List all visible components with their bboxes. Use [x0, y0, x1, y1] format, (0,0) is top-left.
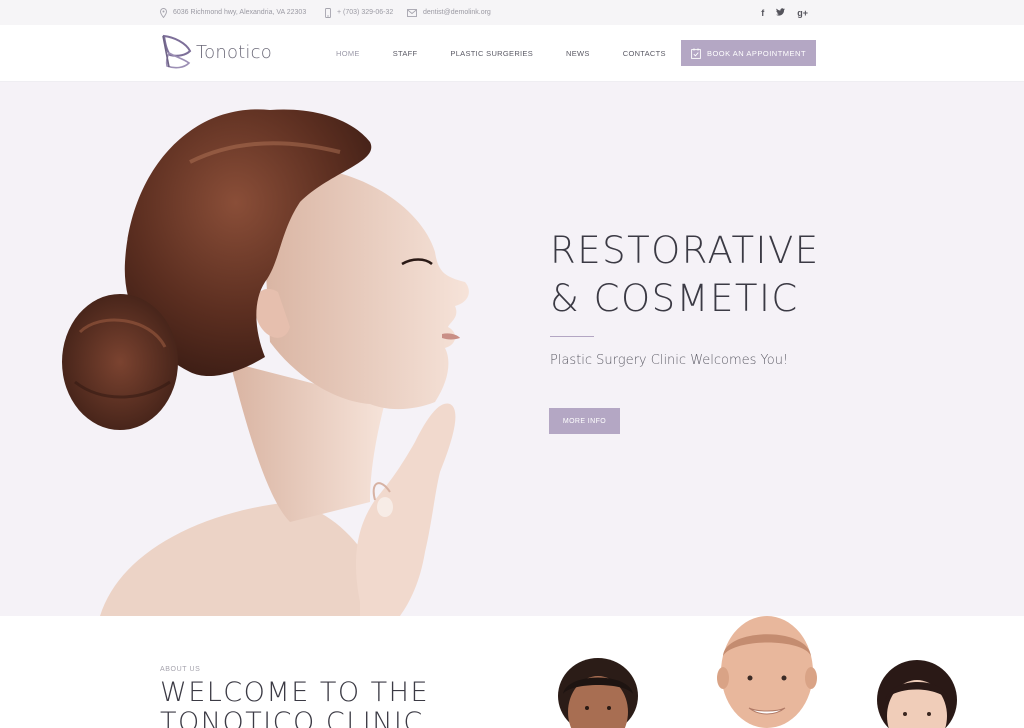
- hero-title-line-1: RESTORATIVE: [550, 229, 820, 272]
- nav-home[interactable]: HOME: [336, 49, 360, 58]
- logo[interactable]: Tonotico: [160, 33, 272, 71]
- book-appointment-label: BOOK AN APPOINTMENT: [706, 48, 807, 58]
- email-link[interactable]: dentist@demolink.org: [423, 9, 491, 16]
- butterfly-logo-icon: [162, 34, 192, 69]
- logo-text: Tonotico: [196, 41, 272, 63]
- doctors-team-photo: [558, 616, 957, 728]
- about-section: ABOUT US WELCOME TO THE TONOTICO CLINIC: [0, 616, 1024, 728]
- hero-section: RESTORATIVE & COSMETIC Plastic Surgery C…: [0, 82, 1024, 616]
- google-plus-icon[interactable]: g+: [797, 8, 808, 18]
- facebook-icon[interactable]: f: [761, 8, 764, 18]
- calendar-check-icon: [691, 47, 701, 59]
- hero-title: RESTORATIVE & COSMETIC: [550, 227, 820, 323]
- site-header: Tonotico HOME STAFF PLASTIC SURGERIES NE…: [0, 25, 1024, 82]
- phone-icon: [325, 7, 331, 18]
- social-links: f g+: [761, 0, 808, 25]
- doctor-left-portrait: [558, 658, 638, 728]
- hero-subtitle: Plastic Surgery Clinic Welcomes You!: [550, 353, 789, 368]
- doctor-center-portrait: [717, 616, 817, 728]
- nav-contacts[interactable]: CONTACTS: [623, 49, 666, 58]
- hero-divider: [550, 336, 594, 337]
- book-appointment-button[interactable]: BOOK AN APPOINTMENT: [681, 40, 816, 66]
- twitter-icon[interactable]: [776, 7, 786, 18]
- about-eyebrow: ABOUT US: [160, 666, 201, 673]
- about-title: WELCOME TO THE TONOTICO CLINIC: [160, 678, 429, 728]
- about-title-line-2: TONOTICO CLINIC: [160, 707, 424, 728]
- address-info: 6036 Richmond hwy, Alexandria, VA 22303: [160, 0, 306, 25]
- top-info-bar: 6036 Richmond hwy, Alexandria, VA 22303 …: [0, 0, 1024, 25]
- about-title-line-1: WELCOME TO THE: [160, 677, 430, 708]
- nav-staff[interactable]: STAFF: [393, 49, 418, 58]
- nav-news[interactable]: NEWS: [566, 49, 590, 58]
- phone-link[interactable]: + (703) 329-06-32: [337, 9, 393, 16]
- phone-info: + (703) 329-06-32: [325, 0, 393, 25]
- nav-plastic-surgeries[interactable]: PLASTIC SURGERIES: [450, 49, 533, 58]
- main-nav: HOME STAFF PLASTIC SURGERIES NEWS CONTAC…: [336, 25, 699, 82]
- more-info-button[interactable]: MORE INFO: [549, 408, 620, 434]
- address-text: 6036 Richmond hwy, Alexandria, VA 22303: [173, 9, 307, 16]
- hero-title-line-2: & COSMETIC: [550, 277, 799, 320]
- mail-icon: [407, 8, 417, 17]
- email-info: dentist@demolink.org: [407, 0, 491, 25]
- woman-profile-portrait: [62, 109, 469, 616]
- doctor-right-portrait: [877, 660, 957, 728]
- location-pin-icon: [160, 7, 167, 18]
